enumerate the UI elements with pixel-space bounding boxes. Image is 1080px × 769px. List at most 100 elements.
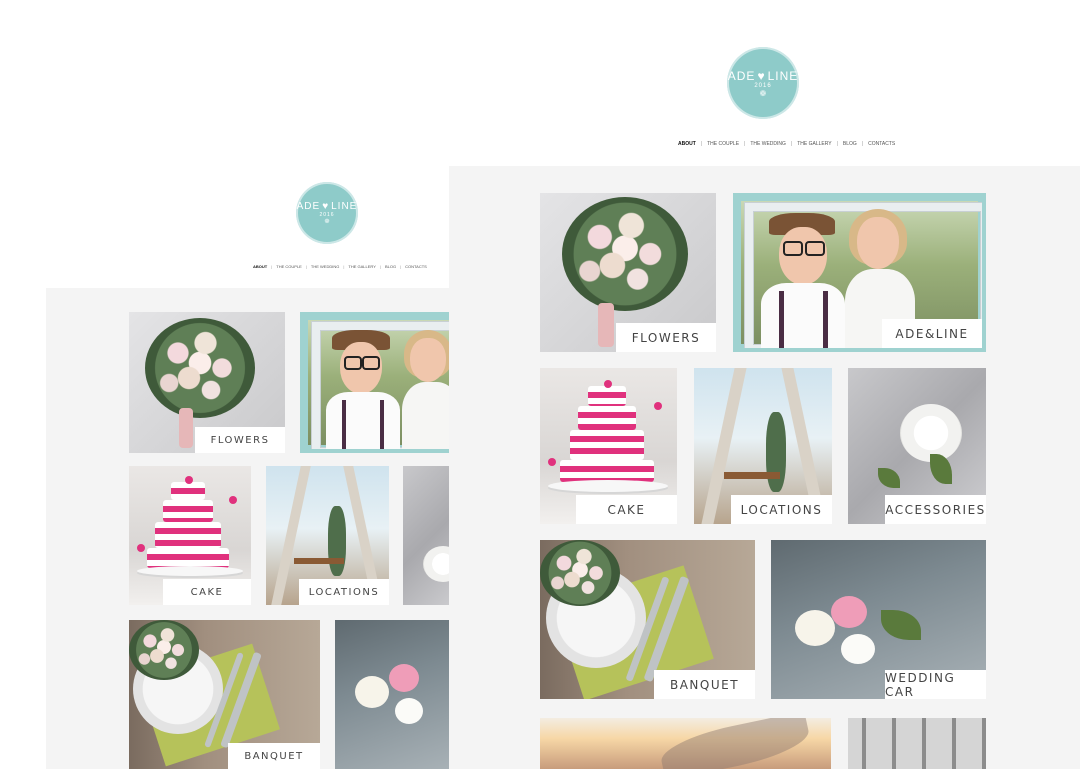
nav-separator: | xyxy=(861,141,864,147)
brand-logo[interactable]: ADE ♥ LINE 2016 ❁ xyxy=(296,182,358,244)
tile-locations[interactable]: LOCATIONS xyxy=(694,368,832,524)
cake-tier xyxy=(155,522,221,548)
flower-decoration xyxy=(137,544,145,552)
nav-separator: | xyxy=(379,264,381,269)
leaf-shape xyxy=(878,468,900,488)
flower-vase xyxy=(328,506,346,576)
glasses-shape xyxy=(805,241,825,256)
tile-decor-photo[interactable] xyxy=(848,718,986,769)
nav-separator: | xyxy=(400,264,402,269)
brand-name-right: LINE xyxy=(767,68,799,83)
cake-tier xyxy=(147,548,229,568)
tile-cake[interactable]: CAKE xyxy=(540,368,677,524)
nav-separator: | xyxy=(790,141,793,147)
table-shape xyxy=(294,558,344,564)
tile-adeline[interactable] xyxy=(300,312,449,453)
nav-the-gallery[interactable]: THE GALLERY xyxy=(348,264,376,269)
back-page-preview: ADE ♥ LINE 2016 ❁ ABOUT | THE COUPLE | T… xyxy=(0,166,449,769)
brand-name-left: ADE xyxy=(727,68,756,83)
suspender-shape xyxy=(380,400,384,449)
tile-accessories[interactable] xyxy=(403,466,449,605)
cake-tier xyxy=(588,386,626,406)
nav-the-couple[interactable]: THE COUPLE xyxy=(707,141,739,147)
groom-face xyxy=(779,227,827,285)
tile-locations[interactable]: LOCATIONS xyxy=(266,466,389,605)
nav-the-couple[interactable]: THE COUPLE xyxy=(276,264,302,269)
nav-blog[interactable]: BLOG xyxy=(843,141,857,147)
flower-vase xyxy=(766,412,786,492)
cake-tier xyxy=(560,460,654,482)
tile-sunset-photo[interactable] xyxy=(540,718,831,769)
nav-the-wedding[interactable]: THE WEDDING xyxy=(311,264,339,269)
bouquet-image xyxy=(540,540,620,606)
birds-icon: ❁ xyxy=(324,219,330,225)
ribbon-image xyxy=(598,303,614,347)
nav-about[interactable]: ABOUT xyxy=(253,264,267,269)
bride-face xyxy=(857,217,899,269)
tile-label: CAKE xyxy=(163,579,251,605)
nav-the-gallery[interactable]: THE GALLERY xyxy=(797,141,831,147)
nav-separator: | xyxy=(343,264,345,269)
glasses-shape xyxy=(362,356,380,370)
tile-flowers[interactable]: FLOWERS xyxy=(540,193,716,352)
rose-flower xyxy=(841,634,875,664)
nav-separator: | xyxy=(271,264,273,269)
rose-flower xyxy=(395,698,423,724)
nav-about[interactable]: ABOUT xyxy=(678,141,696,147)
nav-contacts[interactable]: CONTACTS xyxy=(405,264,427,269)
rose-flower xyxy=(831,596,867,628)
tile-adeline[interactable]: ADE&LINE xyxy=(733,193,986,352)
veil-shape xyxy=(657,718,813,769)
nav-separator: | xyxy=(744,141,746,147)
suspender-shape xyxy=(779,291,784,348)
ribbon-image xyxy=(179,408,193,448)
flower-decoration xyxy=(604,380,612,388)
bouquet-image xyxy=(562,197,688,311)
tile-cake[interactable]: CAKE xyxy=(129,466,251,605)
leaf-shape xyxy=(930,454,952,484)
rose-flower xyxy=(355,676,389,708)
tile-label: BANQUET xyxy=(654,670,755,699)
heart-icon: ♥ xyxy=(322,201,330,212)
tile-label: LOCATIONS xyxy=(299,579,389,605)
rose-flower xyxy=(389,664,419,692)
nav-the-wedding[interactable]: THE WEDDING xyxy=(750,141,786,147)
bouquet-image xyxy=(145,318,255,418)
nav-contacts[interactable]: CONTACTS xyxy=(868,141,895,147)
tile-wedding-car[interactable]: WEDDING CAR xyxy=(771,540,986,699)
main-nav: ABOUT | THE COUPLE | THE WEDDING | THE G… xyxy=(678,141,895,147)
cake-tier xyxy=(163,500,213,522)
tile-label: WEDDING CAR xyxy=(885,670,986,699)
leaf-shape xyxy=(881,610,921,640)
tile-wedding-car[interactable] xyxy=(335,620,449,769)
nav-blog[interactable]: BLOG xyxy=(385,264,396,269)
tile-label: CAKE xyxy=(576,495,677,524)
flower-decoration xyxy=(548,458,556,466)
tile-accessories[interactable]: ACCESSORIES xyxy=(848,368,986,524)
peony-flower xyxy=(423,546,449,582)
bouquet-image xyxy=(129,620,199,680)
brand-logo[interactable]: ADE ♥ LINE 2016 ❁ xyxy=(727,47,799,119)
tile-label: LOCATIONS xyxy=(731,495,832,524)
flower-decoration xyxy=(654,402,662,410)
heart-icon: ♥ xyxy=(757,68,766,83)
tile-banquet[interactable]: BANQUET xyxy=(540,540,755,699)
front-page: ADE ♥ LINE 2016 ❁ ABOUT | THE COUPLE | T… xyxy=(449,0,1080,769)
groom-shirt xyxy=(326,392,400,449)
table-shape xyxy=(724,472,780,479)
nav-separator: | xyxy=(305,264,307,269)
tile-label: ADE&LINE xyxy=(882,319,982,348)
bride-face xyxy=(410,338,446,382)
bride-dress xyxy=(402,382,449,449)
tile-label: FLOWERS xyxy=(195,427,285,453)
glasses-shape xyxy=(783,241,803,256)
tile-flowers[interactable]: FLOWERS xyxy=(129,312,285,453)
birds-icon: ❁ xyxy=(759,88,767,98)
tile-banquet[interactable]: BANQUET xyxy=(129,620,320,769)
tile-label: FLOWERS xyxy=(616,323,716,352)
brand-name-left: ADE xyxy=(296,201,321,212)
flower-decoration xyxy=(229,496,237,504)
groom-shirt xyxy=(761,283,845,348)
flower-decoration xyxy=(185,476,193,484)
suspender-shape xyxy=(342,400,346,449)
